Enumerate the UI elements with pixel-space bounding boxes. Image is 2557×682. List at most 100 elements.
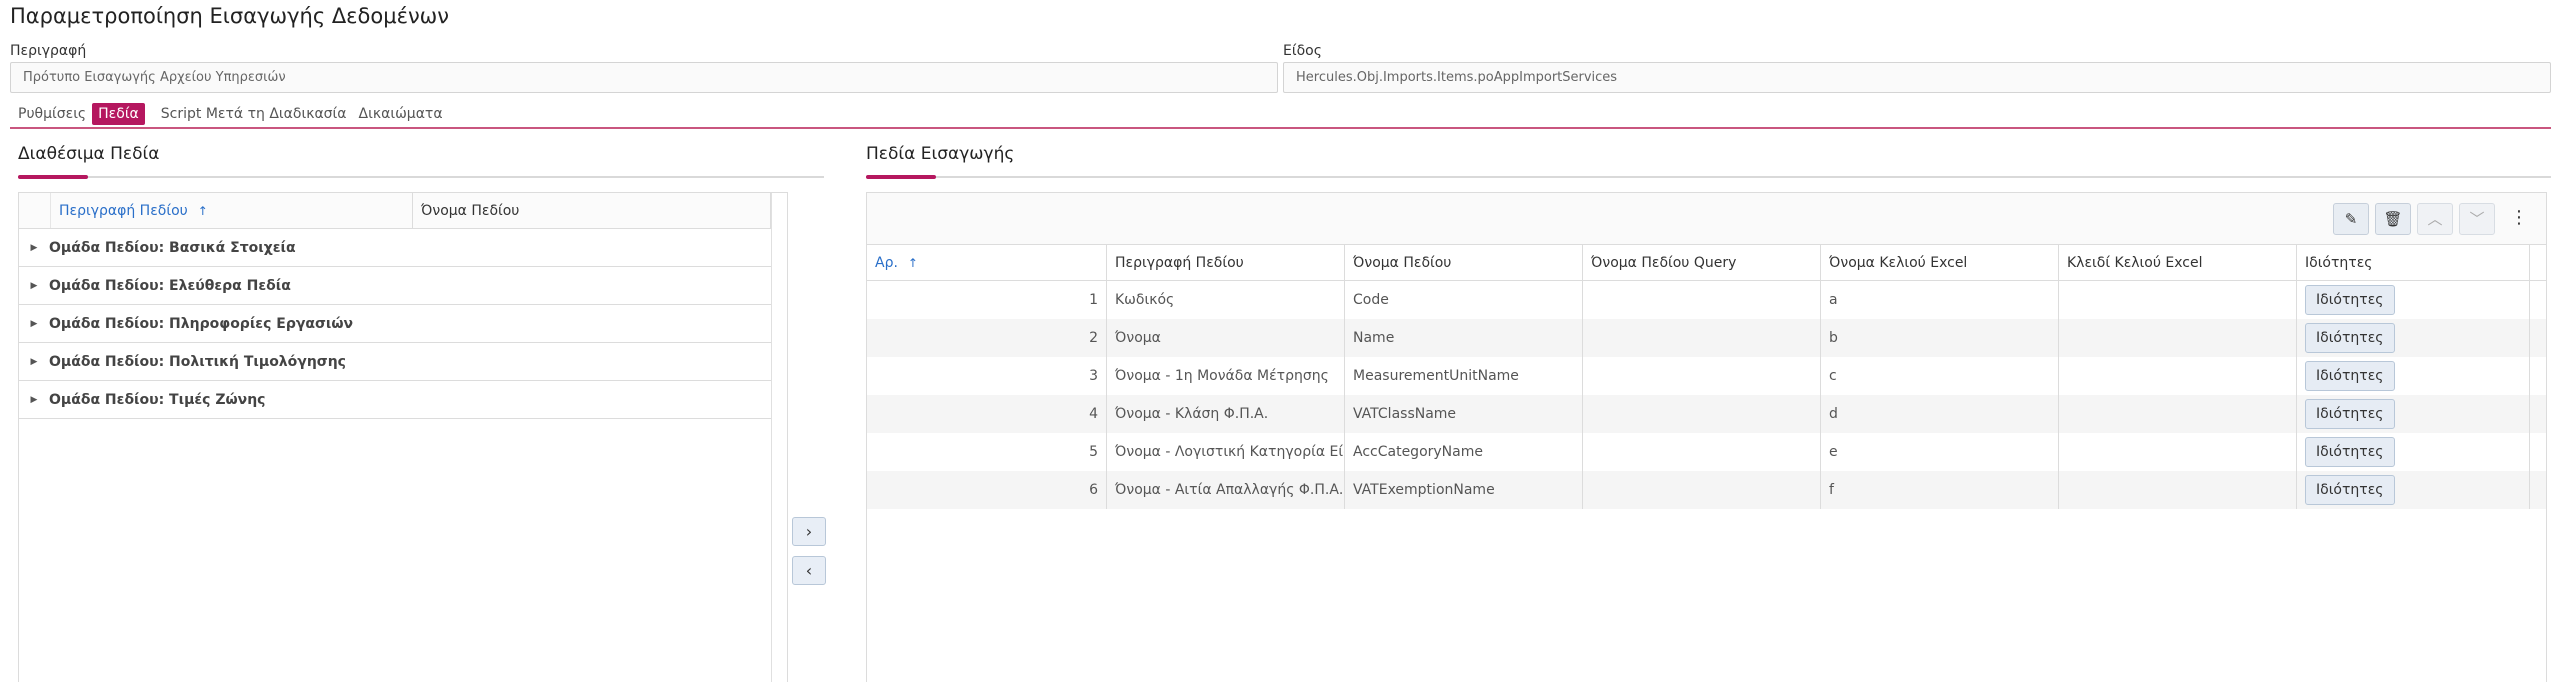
expand-caret-icon[interactable]: ▶ bbox=[19, 395, 49, 405]
cell-number: 2 bbox=[867, 319, 1107, 357]
col-header-excel-cell[interactable]: Όνομα Κελιού Excel bbox=[1821, 245, 2059, 280]
cell-excel-cell: d bbox=[1821, 395, 2059, 433]
cell-query-name bbox=[1583, 395, 1821, 433]
cell-query-name bbox=[1583, 471, 1821, 509]
col-header-query-name[interactable]: Όνομα Πεδίου Query bbox=[1583, 245, 1821, 280]
properties-button[interactable]: Ιδιότητες bbox=[2305, 285, 2395, 315]
col-header-label: Αρ. bbox=[875, 255, 898, 271]
cell-properties: Ιδιότητες bbox=[2297, 281, 2530, 319]
sort-ascending-icon: ↑ bbox=[907, 256, 918, 270]
group-label: Ομάδα Πεδίου: Ελεύθερα Πεδία bbox=[49, 277, 291, 294]
table-row[interactable]: 6 Όνομα - Αιτία Απαλλαγής Φ.Π.Α. VATExem… bbox=[867, 471, 2546, 509]
cell-field-name: VATClassName bbox=[1345, 395, 1583, 433]
delete-icon[interactable]: 🗑 bbox=[2375, 203, 2411, 235]
more-menu-icon[interactable]: ⋮ bbox=[2509, 203, 2529, 235]
tab-fields[interactable]: Πεδία bbox=[92, 103, 145, 125]
group-row[interactable]: ▶ Ομάδα Πεδίου: Τιμές Ζώνης bbox=[19, 381, 771, 419]
table-row[interactable]: 3 Όνομα - 1η Μονάδα Μέτρησης Measurement… bbox=[867, 357, 2546, 395]
group-row[interactable]: ▶ Ομάδα Πεδίου: Ελεύθερα Πεδία bbox=[19, 267, 771, 305]
tab-bar: Ρυθμίσεις Πεδία Script Μετά τη Διαδικασί… bbox=[12, 101, 449, 127]
properties-button[interactable]: Ιδιότητες bbox=[2305, 437, 2395, 467]
cell-excel-key bbox=[2059, 471, 2297, 509]
cell-properties: Ιδιότητες bbox=[2297, 357, 2530, 395]
move-left-button[interactable]: ‹ bbox=[792, 556, 826, 585]
cell-query-name bbox=[1583, 433, 1821, 471]
cell-description: Όνομα bbox=[1107, 319, 1345, 357]
group-label: Ομάδα Πεδίου: Βασικά Στοιχεία bbox=[49, 239, 296, 256]
move-down-icon[interactable]: ﹀ bbox=[2459, 203, 2495, 235]
group-label: Ομάδα Πεδίου: Πληροφορίες Εργασιών bbox=[49, 315, 354, 332]
type-field[interactable]: Hercules.Obj.Imports.Items.poAppImportSe… bbox=[1283, 62, 2551, 93]
cell-excel-cell: c bbox=[1821, 357, 2059, 395]
group-list: ▶ Ομάδα Πεδίου: Βασικά Στοιχεία ▶ Ομάδα Πε… bbox=[19, 229, 771, 419]
col-header-excel-key[interactable]: Κλειδί Κελιού Excel bbox=[2059, 245, 2297, 280]
col-header-field-name[interactable]: Όνομα Πεδίου bbox=[413, 193, 771, 228]
cell-excel-key bbox=[2059, 433, 2297, 471]
import-grid-header: Αρ. ↑ Περιγραφή Πεδίου Όνομα Πεδίου Όνομα… bbox=[867, 245, 2546, 281]
cell-field-name: AccCategoryName bbox=[1345, 433, 1583, 471]
header-spacer bbox=[19, 193, 51, 228]
cell-properties: Ιδιότητες bbox=[2297, 471, 2530, 509]
col-header-label: Περιγραφή Πεδίου bbox=[59, 203, 188, 219]
cell-number: 5 bbox=[867, 433, 1107, 471]
description-field[interactable]: Πρότυπο Εισαγωγής Αρχείου Υπηρεσιών bbox=[10, 62, 1278, 93]
group-label: Ομάδα Πεδίου: Τιμές Ζώνης bbox=[49, 391, 266, 408]
cell-properties: Ιδιότητες bbox=[2297, 395, 2530, 433]
import-fields-underline bbox=[866, 175, 2551, 179]
expand-caret-icon[interactable]: ▶ bbox=[19, 357, 49, 367]
table-row[interactable]: 4 Όνομα - Κλάση Φ.Π.Α. VATClassName d Ιδ… bbox=[867, 395, 2546, 433]
tab-script[interactable]: Script Μετά τη Διαδικασία bbox=[155, 103, 353, 125]
cell-number: 1 bbox=[867, 281, 1107, 319]
table-row[interactable]: 5 Όνομα - Λογιστική Κατηγορία Είδους Acc… bbox=[867, 433, 2546, 471]
cell-excel-key bbox=[2059, 395, 2297, 433]
tab-permissions[interactable]: Δικαιώματα bbox=[353, 103, 449, 125]
cell-excel-key bbox=[2059, 281, 2297, 319]
cell-description: Κωδικός bbox=[1107, 281, 1345, 319]
type-label: Είδος bbox=[1283, 43, 1322, 59]
group-label: Ομάδα Πεδίου: Πολιτική Τιμολόγησης bbox=[49, 353, 346, 370]
properties-button[interactable]: Ιδιότητες bbox=[2305, 323, 2395, 353]
col-header-description[interactable]: Περιγραφή Πεδίου bbox=[1107, 245, 1345, 280]
page-title: Παραμετροποίηση Εισαγωγής Δεδομένων bbox=[10, 4, 449, 28]
cell-number: 4 bbox=[867, 395, 1107, 433]
cell-description: Όνομα - Λογιστική Κατηγορία Είδους bbox=[1107, 433, 1345, 471]
move-up-icon[interactable]: ︿ bbox=[2417, 203, 2453, 235]
group-row[interactable]: ▶ Ομάδα Πεδίου: Βασικά Στοιχεία bbox=[19, 229, 771, 267]
col-header-number[interactable]: Αρ. ↑ bbox=[867, 245, 1107, 280]
col-header-field-name[interactable]: Όνομα Πεδίου bbox=[1345, 245, 1583, 280]
col-header-field-description[interactable]: Περιγραφή Πεδίου ↑ bbox=[51, 193, 413, 228]
grid-toolbar: ✎ 🗑 ︿ ﹀ ⋮ bbox=[867, 193, 2546, 245]
cell-field-name: MeasurementUnitName bbox=[1345, 357, 1583, 395]
cell-excel-cell: a bbox=[1821, 281, 2059, 319]
cell-excel-key bbox=[2059, 319, 2297, 357]
available-fields-underline bbox=[18, 175, 824, 179]
group-row[interactable]: ▶ Ομάδα Πεδίου: Πολιτική Τιμολόγησης bbox=[19, 343, 771, 381]
group-row[interactable]: ▶ Ομάδα Πεδίου: Πληροφορίες Εργασιών bbox=[19, 305, 771, 343]
description-label: Περιγραφή bbox=[10, 43, 87, 59]
cell-excel-key bbox=[2059, 357, 2297, 395]
expand-caret-icon[interactable]: ▶ bbox=[19, 281, 49, 291]
vertical-scrollbar[interactable] bbox=[771, 193, 787, 682]
cell-query-name bbox=[1583, 357, 1821, 395]
tab-settings[interactable]: Ρυθμίσεις bbox=[12, 103, 92, 125]
expand-caret-icon[interactable]: ▶ bbox=[19, 243, 49, 253]
cell-number: 3 bbox=[867, 357, 1107, 395]
table-row[interactable]: 2 Όνομα Name b Ιδιότητες bbox=[867, 319, 2546, 357]
import-grid-body: 1 Κωδικός Code a Ιδιότητες 2 Όνομα Name … bbox=[867, 281, 2546, 509]
cell-query-name bbox=[1583, 281, 1821, 319]
cell-field-name: Name bbox=[1345, 319, 1583, 357]
properties-button[interactable]: Ιδιότητες bbox=[2305, 475, 2395, 505]
properties-button[interactable]: Ιδιότητες bbox=[2305, 399, 2395, 429]
cell-description: Όνομα - Κλάση Φ.Π.Α. bbox=[1107, 395, 1345, 433]
cell-query-name bbox=[1583, 319, 1821, 357]
table-row[interactable]: 1 Κωδικός Code a Ιδιότητες bbox=[867, 281, 2546, 319]
cell-description: Όνομα - 1η Μονάδα Μέτρησης bbox=[1107, 357, 1345, 395]
properties-button[interactable]: Ιδιότητες bbox=[2305, 361, 2395, 391]
col-header-properties[interactable]: Ιδιότητες bbox=[2297, 245, 2530, 280]
available-grid-header: Περιγραφή Πεδίου ↑ Όνομα Πεδίου bbox=[19, 193, 787, 229]
expand-caret-icon[interactable]: ▶ bbox=[19, 319, 49, 329]
available-fields-grid: Περιγραφή Πεδίου ↑ Όνομα Πεδίου ▶ Ομάδα Πε… bbox=[18, 192, 788, 682]
edit-icon[interactable]: ✎ bbox=[2333, 203, 2369, 235]
cell-excel-cell: f bbox=[1821, 471, 2059, 509]
move-right-button[interactable]: › bbox=[792, 517, 826, 546]
